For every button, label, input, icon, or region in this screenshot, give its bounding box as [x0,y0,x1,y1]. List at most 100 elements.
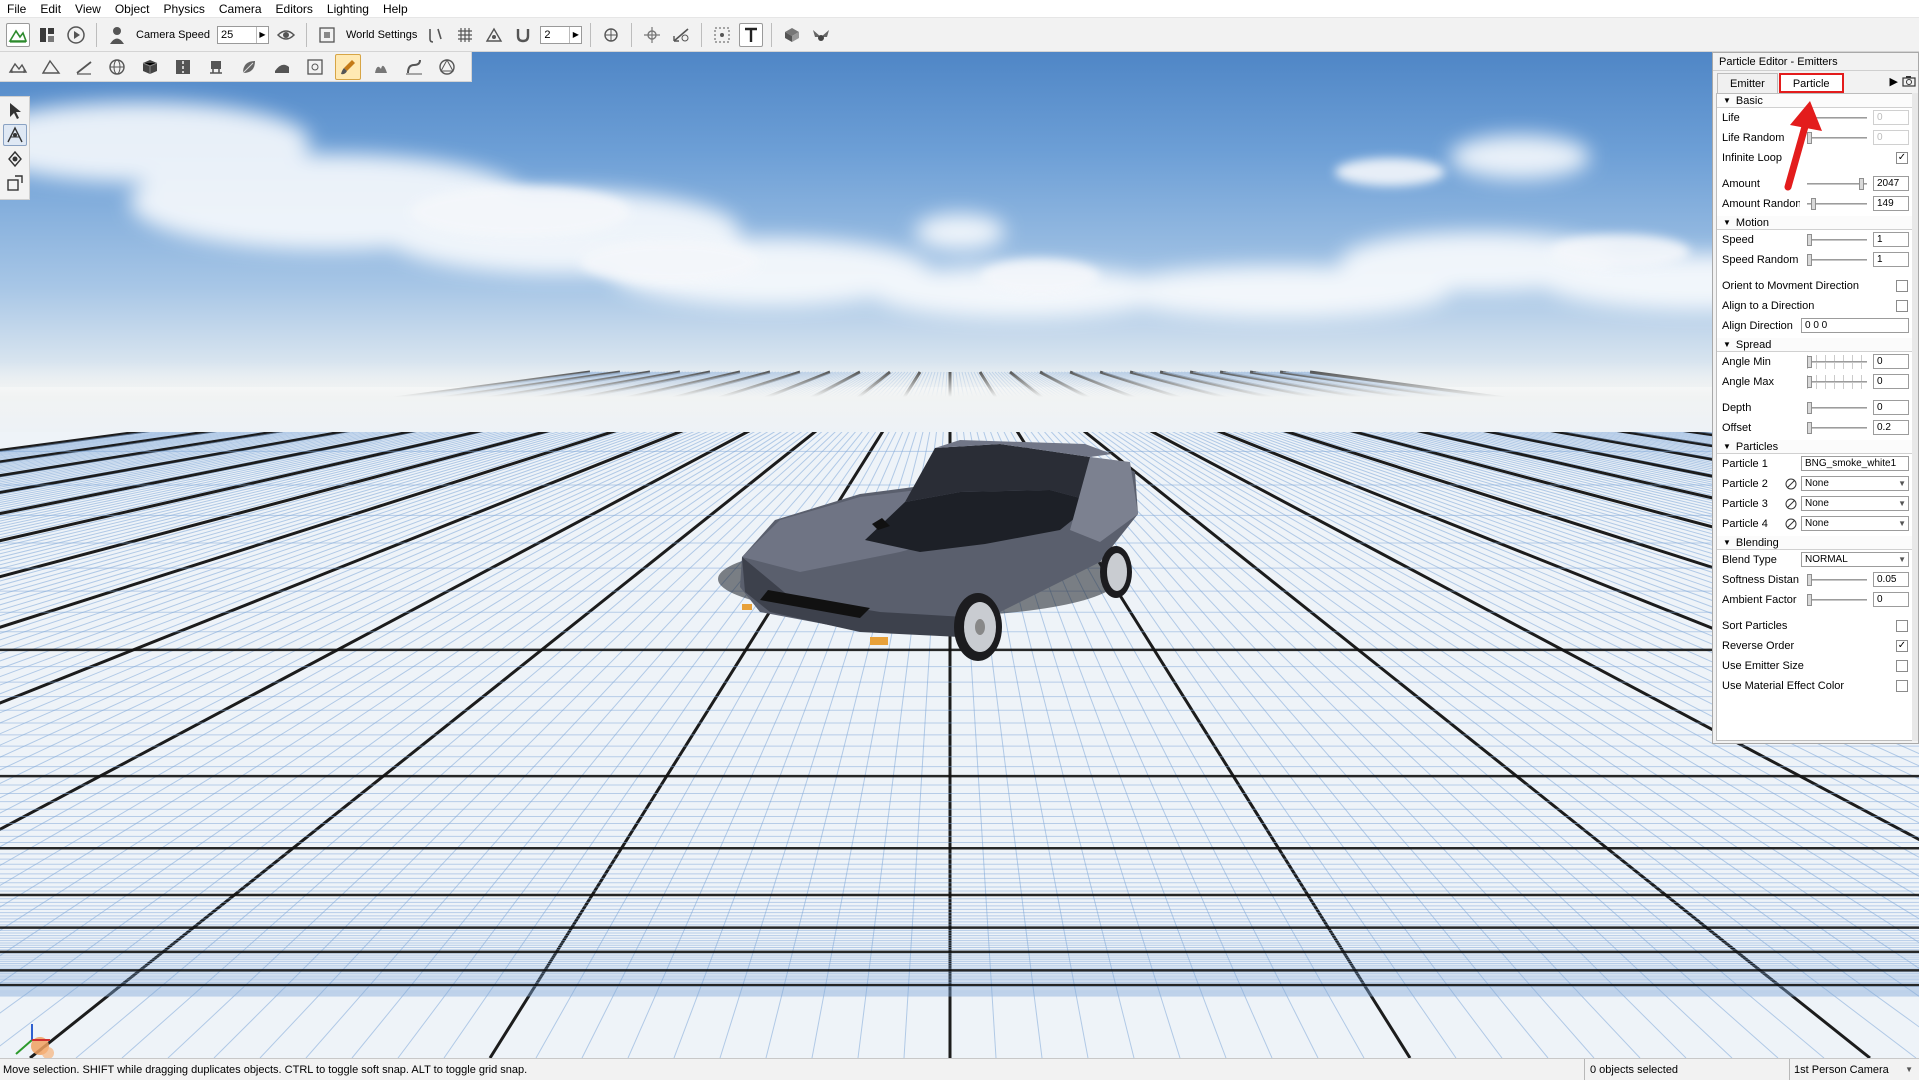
move-icon[interactable] [2,124,27,146]
angle-min-slider[interactable] [1807,355,1867,369]
mesh-icon[interactable] [203,54,229,80]
section-blending[interactable]: ▼ Blending [1717,536,1912,550]
foliage-icon[interactable] [368,54,394,80]
angle-max-input[interactable]: 0 [1873,374,1909,389]
menu-camera[interactable]: Camera [212,0,269,18]
menu-edit[interactable]: Edit [33,0,68,18]
grid-size-input[interactable]: 2 ▶ [540,25,583,44]
menu-physics[interactable]: Physics [157,0,212,18]
offset-input[interactable]: 0.2 [1873,420,1909,435]
grid-icon[interactable] [453,23,477,47]
use-material-color-label: Use Material Effect Color [1722,680,1845,692]
section-spread[interactable]: ▼ Spread [1717,338,1912,352]
particle-2-dropdown[interactable]: None ▼ [1801,476,1909,491]
infinite-loop-checkbox[interactable]: ✓ [1896,152,1908,164]
pointer-icon[interactable] [3,100,27,122]
material-icon[interactable] [780,23,804,47]
car-model[interactable] [0,52,1919,1058]
play-emitter-icon[interactable]: ▶ [1890,75,1898,90]
menu-help[interactable]: Help [376,0,415,18]
align-direction-input[interactable]: 0 0 0 [1801,318,1909,333]
snap-icon[interactable] [424,23,448,47]
reverse-order-checkbox[interactable]: ✓ [1896,640,1908,652]
particle-3-dropdown[interactable]: None ▼ [1801,496,1909,511]
shape-icon[interactable] [434,54,460,80]
amount-input[interactable]: 2047 [1873,176,1909,191]
orient-checkbox[interactable] [1896,280,1908,292]
eye-icon[interactable] [274,23,298,47]
use-emitter-size-checkbox[interactable] [1896,660,1908,672]
vertex-icon[interactable] [482,23,506,47]
sort-particles-checkbox[interactable] [1896,620,1908,632]
ambient-input[interactable]: 0 [1873,592,1909,607]
offset-slider[interactable] [1807,421,1867,435]
tab-emitter[interactable]: Emitter [1717,73,1778,93]
angle-min-input[interactable]: 0 [1873,354,1909,369]
layout-icon[interactable] [35,23,59,47]
scale-icon[interactable] [3,172,27,194]
object-icon[interactable] [599,23,623,47]
camera-speed-input[interactable]: 25 ▶ [217,25,269,44]
menu-editors[interactable]: Editors [269,0,320,18]
brush-icon[interactable] [335,53,361,80]
particle-1-label: Particle 1 [1722,458,1768,470]
decal-icon[interactable] [269,54,295,80]
softness-slider[interactable] [1807,573,1867,587]
section-motion[interactable]: ▼ Motion [1717,216,1912,230]
3d-viewport[interactable] [0,52,1919,1058]
magnet-icon[interactable] [511,23,535,47]
use-material-color-checkbox[interactable] [1896,680,1908,692]
amount-random-slider[interactable] [1807,197,1867,211]
transform-icon[interactable] [640,23,664,47]
amount-random-input[interactable]: 149 [1873,196,1909,211]
speed-random-input[interactable]: 1 [1873,252,1909,267]
play-icon[interactable] [64,23,88,47]
measure-icon[interactable] [669,23,693,47]
life-input[interactable]: 0 [1873,110,1909,125]
menu-view[interactable]: View [68,0,108,18]
clear-particle-icon[interactable] [1785,478,1797,490]
blend-type-dropdown[interactable]: NORMAL ▼ [1801,552,1909,567]
frame-icon[interactable] [315,23,339,47]
globe-icon[interactable] [104,54,130,80]
ruler-icon[interactable] [71,54,97,80]
red-arrow-annotation [1784,101,1822,191]
terrain-icon[interactable] [5,54,31,80]
depth-input[interactable]: 0 [1873,400,1909,415]
menu-lighting[interactable]: Lighting [320,0,376,18]
grid-size-arrow-icon[interactable]: ▶ [569,26,581,43]
mountain-icon[interactable] [38,54,64,80]
road-icon[interactable] [170,54,196,80]
ambient-slider[interactable] [1807,593,1867,607]
terrain-editor-icon[interactable] [6,22,30,47]
life-random-input[interactable]: 0 [1873,130,1909,145]
particle-1-field[interactable]: BNG_smoke_white1 [1801,456,1909,471]
clear-particle-icon[interactable] [1785,518,1797,530]
camera-mode-dropdown[interactable]: 1st Person Camera ▼ [1789,1058,1919,1080]
select-box-icon[interactable] [710,23,734,47]
menu-object[interactable]: Object [108,0,157,18]
panel-scrollbar[interactable] [1912,93,1918,741]
bounds-icon[interactable] [302,54,328,80]
align-checkbox[interactable] [1896,300,1908,312]
wings-icon[interactable] [809,23,833,47]
menu-file[interactable]: File [0,0,33,18]
cube-icon[interactable] [137,54,163,80]
leaf-icon[interactable] [236,54,262,80]
particle-4-dropdown[interactable]: None ▼ [1801,516,1909,531]
depth-slider[interactable] [1807,401,1867,415]
river-icon[interactable] [401,54,427,80]
speed-random-slider[interactable] [1807,253,1867,267]
text-icon[interactable] [739,22,764,47]
angle-max-slider[interactable] [1807,375,1867,389]
camera-speed-arrow-icon[interactable]: ▶ [256,26,268,43]
camera-icon[interactable] [1902,75,1916,90]
speed-slider[interactable] [1807,233,1867,247]
clear-particle-icon[interactable] [1785,498,1797,510]
section-particles[interactable]: ▼ Particles [1717,440,1912,454]
world-settings-label[interactable]: World Settings [344,29,419,41]
tab-particle[interactable]: Particle [1778,73,1844,93]
softness-input[interactable]: 0.05 [1873,572,1909,587]
speed-input[interactable]: 1 [1873,232,1909,247]
rotate-icon[interactable] [3,148,27,170]
